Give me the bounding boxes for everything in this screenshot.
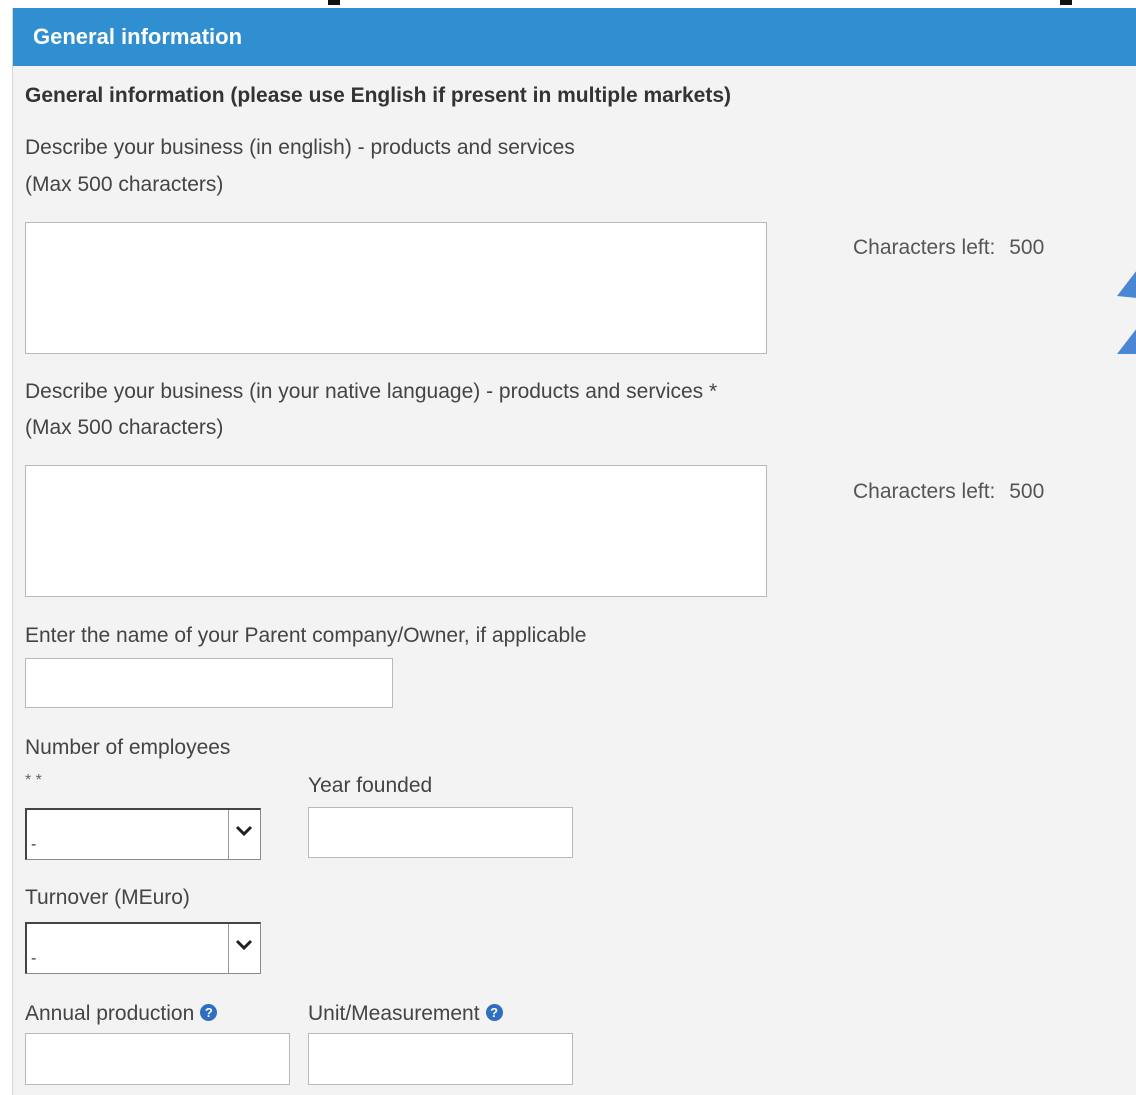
chevron-down-icon (235, 939, 253, 951)
native-chars-left: Characters left: 500 (853, 480, 1044, 504)
year-founded-input[interactable] (308, 807, 573, 858)
top-mark-right (1060, 0, 1072, 5)
native-description-label: Describe your business (in your native l… (25, 380, 718, 403)
native-chars-left-label: Characters left: (853, 480, 996, 503)
turnover-label: Turnover (MEuro) (25, 886, 190, 909)
help-icon[interactable]: ? (200, 1004, 218, 1021)
turnover-select[interactable]: - (25, 922, 261, 974)
panel-header[interactable]: General information (13, 8, 1136, 66)
english-chars-left-label: Characters left: (853, 236, 996, 259)
help-icon[interactable]: ? (485, 1004, 503, 1021)
general-information-panel: General information General information … (12, 8, 1136, 1095)
employees-select[interactable]: - (25, 808, 261, 860)
section-title: General information (please use English … (25, 84, 732, 107)
turnover-selected-value: - (31, 950, 37, 967)
parent-company-input[interactable] (25, 658, 393, 708)
native-description-textarea[interactable] (25, 465, 767, 597)
top-strip (0, 0, 1136, 8)
native-max-note: (Max 500 characters) (25, 416, 224, 439)
english-chars-left-value: 500 (1009, 236, 1045, 259)
employees-required-mark: * * (25, 772, 42, 789)
unit-measurement-label: Unit/Measurement? (308, 1002, 503, 1026)
employees-dropdown-button[interactable] (228, 810, 260, 859)
employees-label: Number of employees (25, 736, 231, 759)
english-max-note: (Max 500 characters) (25, 173, 224, 196)
annual-production-label: Annual production? (25, 1002, 218, 1026)
chevron-down-icon (235, 825, 253, 837)
annual-production-input[interactable] (25, 1033, 290, 1085)
native-chars-left-value: 500 (1009, 480, 1045, 503)
annual-production-label-text: Annual production (25, 1002, 195, 1025)
top-mark-left (328, 0, 340, 5)
annotation-arrow-icon (1117, 271, 1136, 354)
year-founded-label: Year founded (308, 774, 433, 797)
unit-measurement-input[interactable] (308, 1033, 573, 1085)
parent-company-label: Enter the name of your Parent company/Ow… (25, 624, 587, 647)
english-description-textarea[interactable] (25, 222, 767, 354)
employees-selected-value: - (31, 836, 37, 853)
unit-measurement-label-text: Unit/Measurement (308, 1002, 480, 1025)
english-chars-left: Characters left: 500 (853, 236, 1044, 260)
turnover-dropdown-button[interactable] (228, 924, 260, 973)
english-description-label: Describe your business (in english) - pr… (25, 136, 575, 159)
